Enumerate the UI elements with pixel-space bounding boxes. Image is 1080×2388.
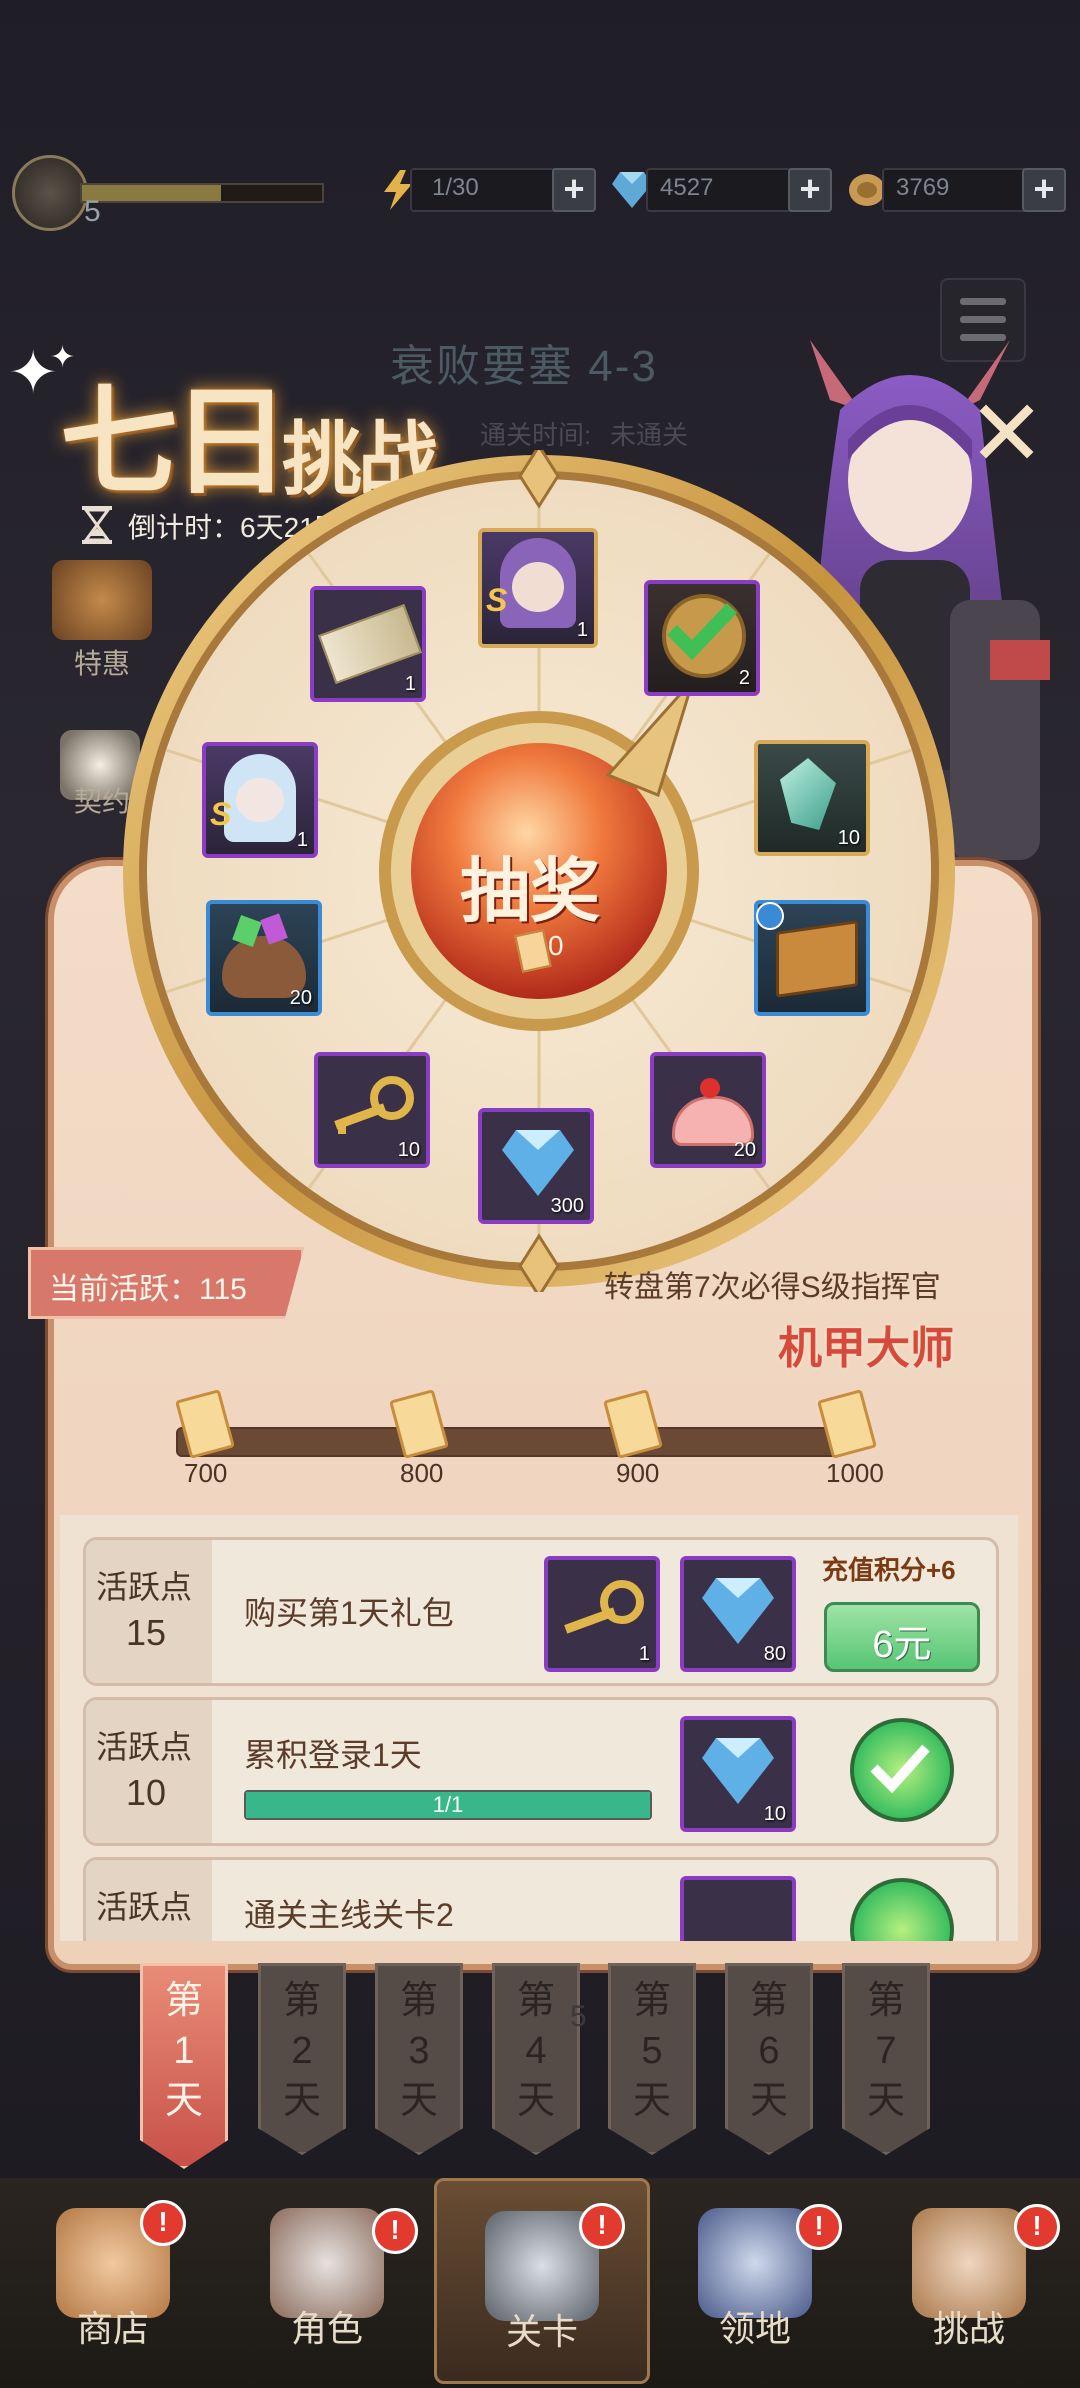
coins-value: 3769 — [896, 174, 950, 201]
alert-badge: ! — [579, 2203, 625, 2249]
hourglass-icon — [82, 506, 112, 544]
wheel-guarantee-note: 转盘第7次必得S级指挥官 — [604, 1271, 941, 1304]
wheel-prize-name: 机甲大师 — [778, 1324, 954, 1373]
milestone-label: 1000 — [826, 1458, 884, 1488]
spirit-card-slot: S 1 — [202, 742, 318, 858]
nav-stages[interactable]: ! 关卡 — [434, 2178, 650, 2384]
diamond-icon — [502, 1130, 574, 1196]
milestone-label: 900 — [616, 1458, 660, 1488]
nav-challenge[interactable]: ! 挑战 — [864, 2178, 1074, 2378]
clear-time-label: 通关时间: — [480, 420, 592, 450]
key-slot: 10 — [314, 1052, 430, 1168]
diamond-slot: 300 — [478, 1108, 594, 1224]
task-title: 累积登录1天 — [244, 1737, 422, 1773]
current-activity-badge: 当前活跃：115 — [28, 1247, 304, 1319]
alert-badge: ! — [372, 2208, 418, 2254]
reward-diamond-icon[interactable]: 10 — [680, 1716, 796, 1832]
day-tab-3[interactable]: 第3天 — [375, 1963, 463, 2155]
nav-characters[interactable]: ! 角色 — [222, 2178, 432, 2378]
reward-diamond-icon[interactable]: 80 — [680, 1556, 796, 1672]
day-tab-7[interactable]: 第7天 — [842, 1963, 930, 2155]
energy-value: 1/30 — [432, 174, 479, 201]
summon-token-slot: 2 — [644, 580, 760, 696]
clear-time-value: 未通关 — [610, 420, 689, 450]
commander-card-slot: S 1 — [478, 528, 598, 648]
checkmark-icon — [667, 603, 738, 660]
reward-diamond-icon[interactable] — [680, 1876, 796, 1941]
claim-check-icon[interactable] — [850, 1878, 954, 1941]
buy-pack-button[interactable]: 6元 — [824, 1602, 980, 1672]
recharge-bonus-label: 充值积分+6 — [822, 1555, 956, 1585]
gems-value: 4527 — [660, 174, 714, 201]
nav-shop[interactable]: ! 商店 — [8, 2178, 218, 2378]
task-row: 活跃点 15 购买第1天礼包 1 80 充值积分+6 6元 — [83, 1537, 999, 1686]
add-gems-button[interactable]: + — [788, 168, 832, 212]
close-icon[interactable]: ✕ — [968, 388, 1045, 480]
task-row: 活跃点 10 累积登录1天 1/1 10 — [83, 1697, 999, 1846]
activity-progress-track — [176, 1427, 844, 1457]
reward-key-icon[interactable]: 1 — [544, 1556, 660, 1672]
ticket-slot: 1 — [310, 586, 426, 702]
day-tab-4[interactable]: 第4天 — [492, 1963, 580, 2155]
milestone-label: 700 — [184, 1458, 228, 1488]
crystal-charm-slot: 10 — [754, 740, 870, 856]
key-icon — [334, 1076, 414, 1134]
task-progress-bar: 1/1 — [244, 1790, 652, 1820]
spin-ticket-count: 0 — [548, 930, 564, 961]
alert-badge: ! — [140, 2200, 186, 2246]
exp-bar — [80, 183, 324, 203]
manual-book-slot — [754, 900, 870, 1016]
add-coins-button[interactable]: + — [1022, 168, 1066, 212]
task-title: 通关主线关卡2 — [244, 1897, 454, 1933]
gem-bag-slot: 20 — [206, 900, 322, 1016]
day-tab-1[interactable]: 第1天 — [140, 1963, 228, 2169]
player-level: 5 — [84, 195, 101, 228]
cake-slot: 20 — [650, 1052, 766, 1168]
task-row: 活跃点 通关主线关卡2 — [83, 1857, 999, 1941]
coin-icon — [849, 174, 885, 206]
day-tab-2[interactable]: 第2天 — [258, 1963, 346, 2155]
add-energy-button[interactable]: + — [552, 168, 596, 212]
claim-check-icon[interactable] — [850, 1718, 954, 1822]
day-tab-6[interactable]: 第6天 — [725, 1963, 813, 2155]
nav-territory[interactable]: ! 领地 — [650, 2178, 860, 2378]
task-title: 购买第1天礼包 — [244, 1595, 454, 1631]
task-list[interactable]: 活跃点 15 购买第1天礼包 1 80 充值积分+6 6元 活跃点 10 累积登录1… — [60, 1515, 1018, 1941]
day-tab-5[interactable]: 第5天 — [608, 1963, 696, 2155]
level-emblem-icon[interactable] — [12, 155, 88, 231]
spin-button-label[interactable]: 抽奖 — [460, 835, 600, 936]
alert-badge: ! — [1014, 2204, 1060, 2250]
milestone-label: 800 — [400, 1458, 444, 1488]
background-stage-number: 5 — [570, 2000, 587, 2033]
alert-badge: ! — [796, 2204, 842, 2250]
stage-title: 衰败要塞 4-3 — [390, 342, 658, 391]
